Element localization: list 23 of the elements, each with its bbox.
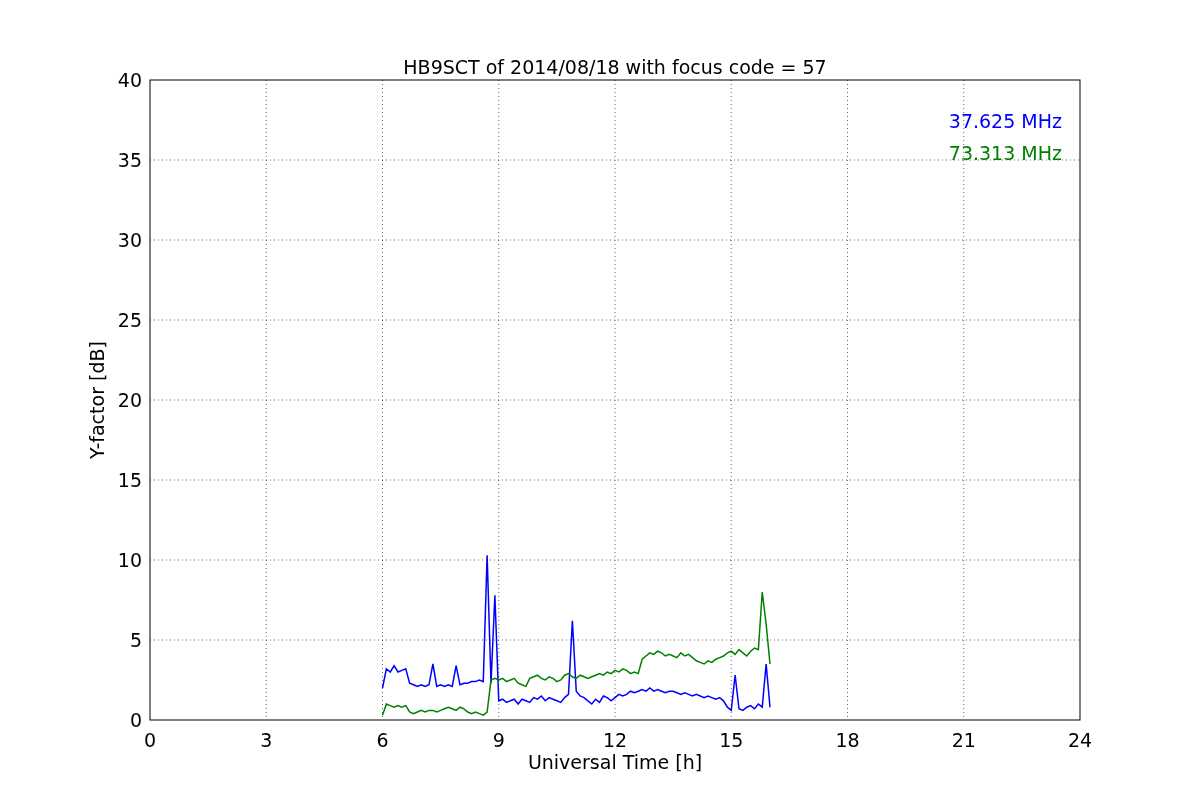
y-tick-label: 40 bbox=[117, 69, 142, 91]
x-tick-label: 3 bbox=[260, 729, 273, 751]
y-axis-label: Y-factor [dB] bbox=[86, 341, 108, 459]
x-tick-label: 15 bbox=[719, 729, 744, 751]
legend-label: 37.625 MHz bbox=[948, 110, 1062, 132]
chart-title: HB9SCT of 2014/08/18 with focus code = 57 bbox=[403, 56, 827, 78]
x-tick-label: 21 bbox=[951, 729, 976, 751]
legend-label: 73.313 MHz bbox=[948, 142, 1062, 164]
x-axis-label: Universal Time [h] bbox=[527, 751, 703, 773]
x-tick-label: 18 bbox=[835, 729, 860, 751]
x-tick-label: 0 bbox=[143, 729, 157, 751]
x-tick-label: 24 bbox=[1067, 729, 1093, 751]
y-tick-label: 30 bbox=[117, 229, 142, 251]
y-tick-label: 10 bbox=[117, 549, 142, 571]
x-tick-label: 6 bbox=[376, 729, 389, 751]
x-tick-label: 9 bbox=[492, 729, 505, 751]
y-tick-label: 20 bbox=[117, 389, 142, 411]
y-tick-label: 5 bbox=[129, 629, 142, 651]
x-tick-label: 12 bbox=[602, 729, 628, 751]
y-tick-label: 0 bbox=[129, 709, 142, 731]
y-tick-label: 15 bbox=[117, 469, 142, 491]
y-tick-label: 25 bbox=[117, 309, 142, 331]
y-tick-label: 35 bbox=[117, 149, 142, 171]
